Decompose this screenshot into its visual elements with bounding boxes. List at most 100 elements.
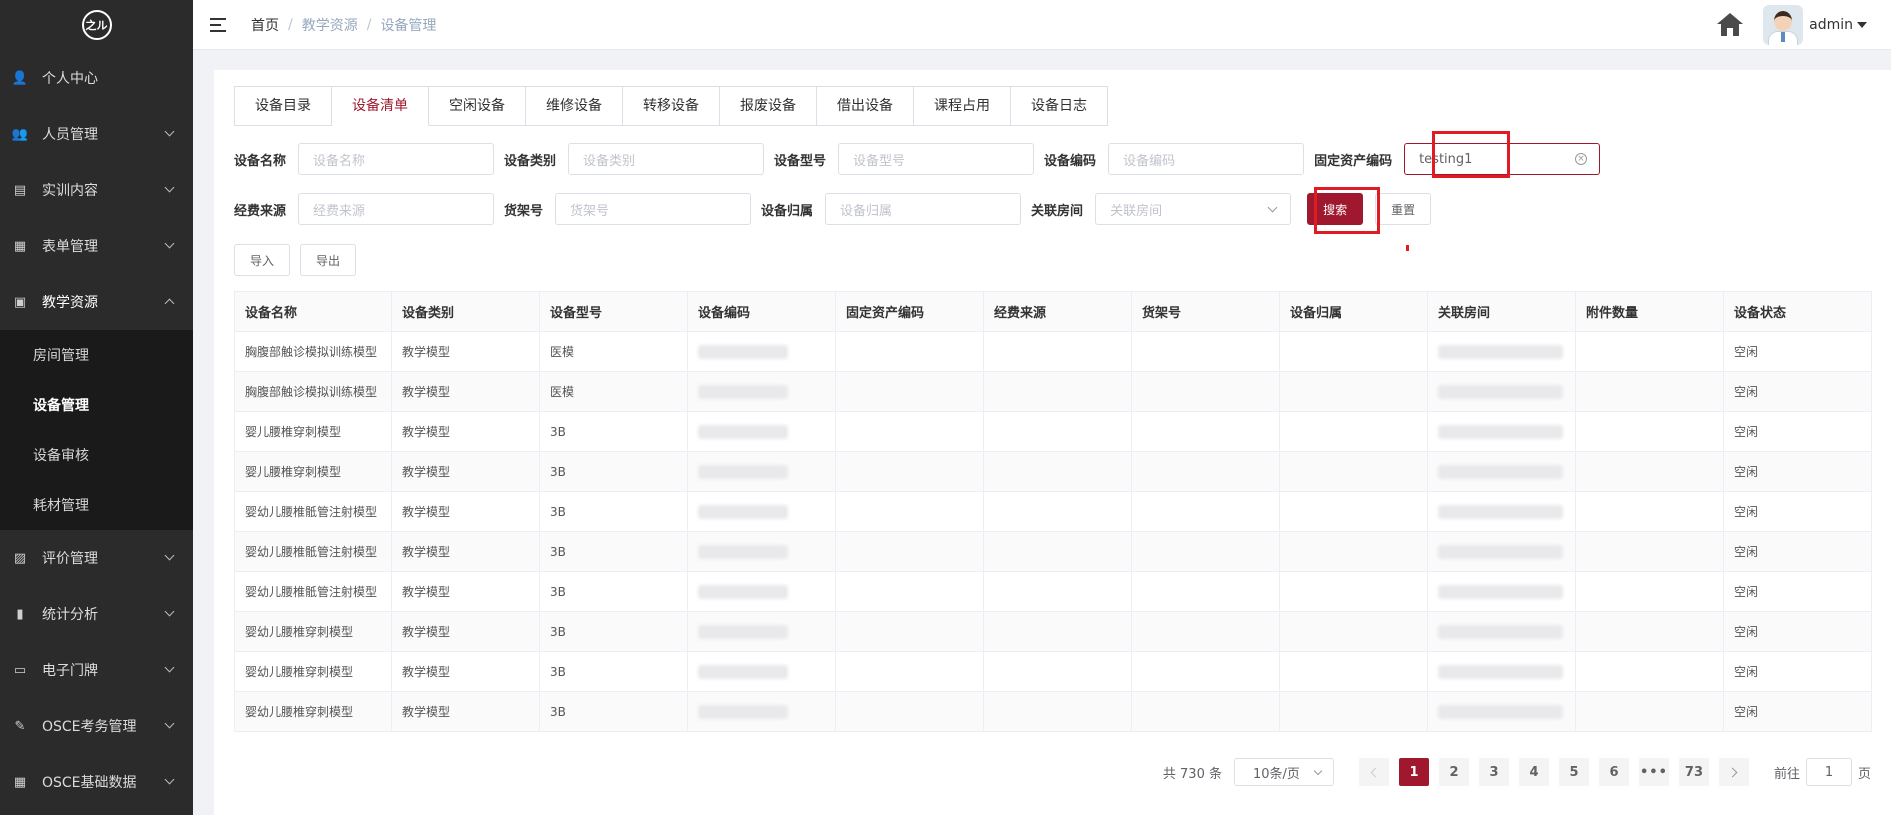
- sidebar-item-9[interactable]: ▦ OSCE基础数据: [0, 754, 193, 810]
- table-cell: 3B: [539, 611, 688, 652]
- clear-icon[interactable]: ×: [1575, 153, 1588, 165]
- search-input[interactable]: 设备归属: [825, 193, 1022, 225]
- table-cell: [1427, 691, 1576, 732]
- users-icon: 👥: [11, 126, 29, 142]
- table-cell: [1279, 611, 1428, 652]
- table-cell: [687, 611, 836, 652]
- redacted-value: [698, 384, 788, 399]
- reset-button[interactable]: 重置: [1375, 193, 1432, 225]
- sidebar-item-6[interactable]: ▮ 统计分析: [0, 586, 193, 642]
- table-cell: [983, 411, 1132, 452]
- table-row[interactable]: 婴幼儿腰椎骶管注射模型 教学模型 3B 空闲: [234, 491, 1872, 532]
- table-row[interactable]: 胸腹部触诊模拟训练模型 教学模型 医模 空闲: [234, 371, 1872, 412]
- table-row[interactable]: 婴幼儿腰椎穿刺模型 教学模型 3B 空闲: [234, 651, 1872, 692]
- table-cell: 3B: [539, 531, 688, 572]
- table-cell: [1279, 331, 1428, 372]
- search-field-label: 设备类别: [504, 153, 557, 169]
- table-row[interactable]: 胸腹部触诊模拟训练模型 教学模型 医模 空闲: [234, 331, 1872, 372]
- page-number-button[interactable]: 1: [1398, 758, 1429, 786]
- sidebar-item-7[interactable]: ▭ 电子门牌: [0, 642, 193, 698]
- submenu-item-0[interactable]: 房间管理: [0, 330, 193, 380]
- goto-page-input[interactable]: 1: [1805, 758, 1852, 786]
- search-input[interactable]: 设备型号: [838, 143, 1035, 175]
- table-row[interactable]: 婴幼儿腰椎骶管注射模型 教学模型 3B 空闲: [234, 571, 1872, 612]
- table-cell: 空闲: [1723, 411, 1872, 452]
- search-input[interactable]: 设备类别: [568, 143, 765, 175]
- table-row[interactable]: 婴儿腰椎穿刺模型 教学模型 3B 空闲: [234, 411, 1872, 452]
- sidebar-item-label: OSCE基础数据: [42, 775, 137, 791]
- tab-7[interactable]: 课程占用: [914, 87, 1011, 125]
- page-number-button[interactable]: 5: [1558, 758, 1589, 786]
- sidebar-item-label: OSCE考务管理: [42, 719, 137, 735]
- column-header: 固定资产编码: [835, 291, 984, 332]
- page-number-button[interactable]: 2: [1438, 758, 1469, 786]
- caret-down-icon[interactable]: [1857, 22, 1867, 28]
- tab-8[interactable]: 设备日志: [1011, 87, 1107, 125]
- search-field: 设备归属 设备归属: [761, 193, 1022, 225]
- search-field-label: 设备归属: [761, 203, 814, 219]
- tab-3[interactable]: 维修设备: [526, 87, 623, 125]
- more-pages-button[interactable]: •••: [1638, 758, 1669, 786]
- column-header: 关联房间: [1427, 291, 1576, 332]
- submenu-item-1[interactable]: 设备管理: [0, 380, 193, 430]
- breadcrumb: 首页 / 教学资源 / 设备管理: [251, 15, 436, 35]
- table-cell: [835, 571, 984, 612]
- chevron-down-icon: [164, 774, 175, 785]
- avatar[interactable]: [1763, 5, 1804, 45]
- chevron-down-icon: [1313, 766, 1323, 776]
- chevron-down-icon: [164, 718, 175, 729]
- search-input[interactable]: 设备名称: [298, 143, 495, 175]
- collapse-menu-icon[interactable]: [210, 17, 226, 32]
- tab-5[interactable]: 报废设备: [720, 87, 817, 125]
- table-cell: [1427, 451, 1576, 492]
- submenu-item-3[interactable]: 耗材管理: [0, 480, 193, 530]
- table-cell: 教学模型: [391, 571, 540, 612]
- room-select[interactable]: 关联房间: [1095, 193, 1292, 225]
- page-size-select[interactable]: 10条/页: [1233, 758, 1334, 786]
- redacted-value: [698, 664, 788, 679]
- table-cell: [1131, 691, 1280, 732]
- tab-1[interactable]: 设备清单: [332, 87, 429, 126]
- sidebar-item-0[interactable]: 👤 个人中心: [0, 50, 193, 106]
- table-cell: [983, 371, 1132, 412]
- sidebar-item-2[interactable]: ▤ 实训内容: [0, 162, 193, 218]
- tab-0[interactable]: 设备目录: [235, 87, 332, 125]
- page-number-button[interactable]: 73: [1678, 758, 1709, 786]
- page-number-button[interactable]: 3: [1478, 758, 1509, 786]
- sidebar-item-3[interactable]: ▦ 表单管理: [0, 218, 193, 274]
- table-row[interactable]: 婴幼儿腰椎穿刺模型 教学模型 3B 空闲: [234, 691, 1872, 732]
- form-icon: ▦: [13, 238, 27, 254]
- sidebar-item-4[interactable]: ▣ 教学资源: [0, 274, 193, 330]
- tab-6[interactable]: 借出设备: [817, 87, 914, 125]
- highlight-search-button: [1314, 187, 1380, 234]
- sidebar-item-8[interactable]: ✎ OSCE考务管理: [0, 698, 193, 754]
- search-input[interactable]: 货架号: [555, 193, 752, 225]
- sidebar-item-1[interactable]: 👥 人员管理: [0, 106, 193, 162]
- search-input[interactable]: 经费来源: [298, 193, 495, 225]
- table-cell: 3B: [539, 411, 688, 452]
- table-cell: [1427, 411, 1576, 452]
- page-number-button[interactable]: 4: [1518, 758, 1549, 786]
- breadcrumb-teaching-resources[interactable]: 教学资源: [302, 15, 358, 35]
- submenu-item-2[interactable]: 设备审核: [0, 430, 193, 480]
- search-input[interactable]: 设备编码: [1108, 143, 1305, 175]
- prev-page-button[interactable]: [1358, 758, 1389, 786]
- import-button[interactable]: 导入: [234, 244, 291, 276]
- username[interactable]: admin: [1809, 17, 1853, 33]
- table-row[interactable]: 婴幼儿腰椎穿刺模型 教学模型 3B 空闲: [234, 611, 1872, 652]
- tab-2[interactable]: 空闲设备: [429, 87, 526, 125]
- table-row[interactable]: 婴儿腰椎穿刺模型 教学模型 3B 空闲: [234, 451, 1872, 492]
- export-button[interactable]: 导出: [300, 244, 357, 276]
- table-row[interactable]: 婴幼儿腰椎骶管注射模型 教学模型 3B 空闲: [234, 531, 1872, 572]
- breadcrumb-home[interactable]: 首页: [251, 15, 279, 35]
- input-placeholder: 经费来源: [313, 203, 366, 219]
- table-cell: [687, 531, 836, 572]
- page-number-button[interactable]: 6: [1598, 758, 1629, 786]
- table-cell: [1131, 371, 1280, 412]
- home-icon[interactable]: [1717, 13, 1744, 37]
- table-cell: [1427, 491, 1576, 532]
- sidebar-item-5[interactable]: ▨ 评价管理: [0, 530, 193, 586]
- tab-4[interactable]: 转移设备: [623, 87, 720, 125]
- next-page-button[interactable]: [1718, 758, 1749, 786]
- table-cell: 胸腹部触诊模拟训练模型: [234, 331, 392, 372]
